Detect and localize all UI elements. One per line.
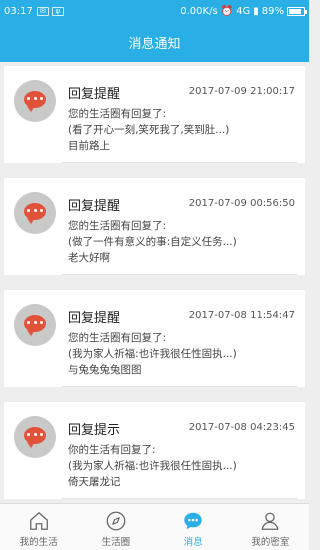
message-title: 回复提醒 — [68, 87, 121, 102]
message-item[interactable]: 回复提醒 2017-07-09 00:56:50 您的生活圈有回复了: (做了一… — [4, 178, 305, 275]
page-title: 消息通知 — [128, 36, 181, 52]
tab-messages[interactable]: 消息 — [155, 504, 232, 550]
notification-icon: ✉ — [36, 6, 49, 16]
message-title: 回复提醒 — [68, 311, 121, 326]
message-line-3: 老大好啊 — [68, 252, 110, 264]
divider — [62, 386, 297, 387]
divider — [62, 162, 297, 163]
message-line-2: (看了开心一刻,笑死我了,笑到肚...) — [68, 124, 230, 136]
message-title: 回复提醒 — [68, 199, 121, 214]
home-icon — [29, 512, 48, 530]
message-line-1: 您的生活圈有回复了: — [68, 332, 167, 344]
message-line-3: 目前路上 — [68, 140, 110, 152]
message-time: 2017-07-08 04:23:45 — [188, 422, 295, 433]
tab-label: 我的生活 — [19, 537, 58, 548]
message-list[interactable]: 回复提醒 2017-07-09 21:00:17 您的生活圈有回复了: (看了开… — [0, 62, 309, 502]
message-time: 2017-07-09 21:00:17 — [188, 86, 295, 97]
message-item[interactable]: 回复提示 2017-07-08 04:23:45 你的生活有回复了: (我为家人… — [4, 402, 305, 499]
battery-percent: 89% — [261, 5, 284, 17]
message-item[interactable]: 回复提醒 2017-07-09 21:00:17 您的生活圈有回复了: (看了开… — [4, 66, 305, 163]
message-avatar-icon — [14, 80, 56, 122]
usb-icon: ψ — [51, 6, 64, 16]
signal-text: 4G — [236, 5, 251, 17]
tab-my-life[interactable]: 我的生活 — [0, 504, 77, 550]
tab-label: 消息 — [183, 537, 203, 548]
message-line-3: 倚天屠龙记 — [68, 476, 121, 488]
message-line-2: (我为家人祈福:也许我很任性固执...) — [68, 460, 237, 472]
status-bar: 03:17 ✉ ψ 0.00K/s ⏰ 4G ▮ 89% — [0, 0, 309, 22]
status-time: 03:17 — [4, 5, 33, 17]
battery-icon — [287, 6, 307, 16]
person-icon — [261, 512, 279, 530]
message-line-2: (做了一件有意义的事:自定义任务...) — [68, 236, 237, 248]
divider — [62, 274, 297, 275]
message-avatar-icon — [14, 192, 56, 234]
message-time: 2017-07-09 00:56:50 — [188, 198, 295, 209]
message-line-3: 与兔兔兔兔图图 — [68, 364, 142, 376]
message-line-1: 您的生活圈有回复了: — [68, 108, 167, 120]
message-time: 2017-07-08 11:54:47 — [188, 310, 295, 321]
message-avatar-icon — [14, 416, 56, 458]
message-line-1: 你的生活有回复了: — [68, 444, 156, 456]
message-avatar-icon — [14, 304, 56, 346]
tab-label: 生活圈 — [101, 537, 131, 548]
app-bar: 消息通知 — [0, 22, 309, 62]
net-speed: 0.00K/s — [180, 5, 218, 17]
tab-my-room[interactable]: 我的密室 — [232, 504, 309, 550]
status-right: 0.00K/s ⏰ 4G ▮ 89% — [180, 5, 307, 17]
message-title: 回复提示 — [68, 423, 121, 438]
alarm-icon: ⏰ — [220, 5, 234, 17]
message-item[interactable]: 回复提醒 2017-07-08 11:54:47 您的生活圈有回复了: (我为家… — [4, 290, 305, 387]
message-line-1: 您的生活圈有回复了: — [68, 220, 167, 232]
tab-life-circle[interactable]: 生活圈 — [77, 504, 154, 550]
bottom-tab-bar: 我的生活 生活圈 消息 我的密室 — [0, 503, 309, 550]
tab-label: 我的密室 — [251, 537, 290, 548]
message-icon — [184, 512, 202, 530]
battery-fill — [289, 8, 301, 14]
divider — [62, 498, 297, 499]
message-line-2: (我为家人祈福:也许我很任性固执...) — [68, 348, 237, 360]
compass-icon — [106, 511, 126, 531]
signal-icon: ▮ — [253, 5, 259, 17]
